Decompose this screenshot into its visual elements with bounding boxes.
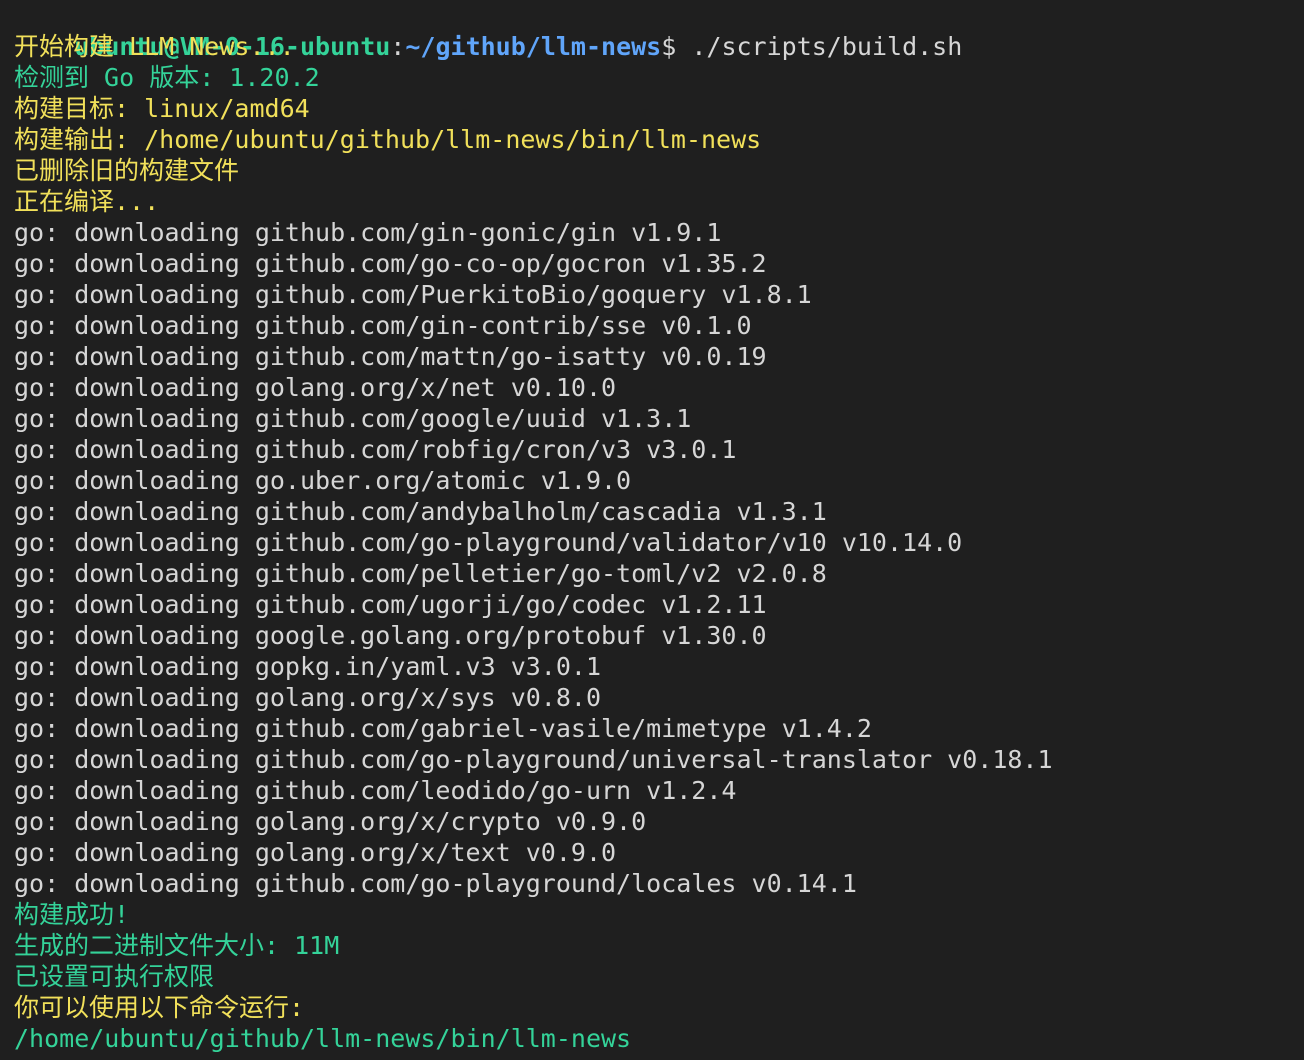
download-line: go: downloading github.com/pelletier/go-… [14, 559, 827, 588]
prompt-symbol: $ [661, 32, 677, 61]
download-line: go: downloading golang.org/x/crypto v0.9… [14, 807, 647, 836]
build-result-line: 已设置可执行权限 [14, 962, 215, 991]
build-result-line: 生成的二进制文件大小: 11M [14, 931, 340, 960]
download-line: go: downloading github.com/go-playground… [14, 528, 963, 557]
download-line: go: downloading gopkg.in/yaml.v3 v3.0.1 [14, 652, 601, 681]
prompt-path: ~/github/llm-news [405, 32, 662, 61]
download-line: go: downloading google.golang.org/protob… [14, 621, 767, 650]
download-output: go: downloading github.com/gin-gonic/gin… [14, 217, 1304, 899]
download-line: go: downloading github.com/leodido/go-ur… [14, 776, 737, 805]
download-line: go: downloading github.com/ugorji/go/cod… [14, 590, 767, 619]
download-line: go: downloading github.com/PuerkitoBio/g… [14, 280, 812, 309]
command-prompt-line: ubuntu@VM-0-16-ubuntu:~/github/llm-news$… [14, 0, 1304, 61]
build-status-line: 已删除旧的构建文件 [14, 156, 240, 185]
prompt-separator: : [390, 32, 406, 61]
download-line: go: downloading github.com/robfig/cron/v… [14, 435, 737, 464]
download-line: go: downloading golang.org/x/sys v0.8.0 [14, 683, 601, 712]
next-prompt-line-partial: ubuntu@VM-0-16-ubuntu:~/github/llm-news$ [14, 1050, 676, 1060]
download-line: go: downloading github.com/go-co-op/gocr… [14, 249, 767, 278]
build-status-line: 构建输出: /home/ubuntu/github/llm-news/bin/l… [14, 125, 762, 154]
download-line: go: downloading golang.org/x/net v0.10.0 [14, 373, 617, 402]
build-status-line: 检测到 Go 版本: 1.20.2 [14, 63, 320, 92]
download-line: go: downloading go.uber.org/atomic v1.9.… [14, 466, 632, 495]
terminal-window[interactable]: ubuntu@VM-0-16-ubuntu:~/github/llm-news$… [0, 0, 1304, 1060]
download-line: go: downloading github.com/mattn/go-isat… [14, 342, 767, 371]
download-line: go: downloading github.com/gin-contrib/s… [14, 311, 752, 340]
build-footer-output: 构建成功! 生成的二进制文件大小: 11M 已设置可执行权限 你可以使用以下命令运行:… [14, 899, 1304, 1054]
download-line: go: downloading github.com/andybalholm/c… [14, 497, 827, 526]
build-result-line: 你可以使用以下命令运行: [14, 993, 305, 1022]
download-line: go: downloading github.com/go-playground… [14, 745, 1053, 774]
download-line: go: downloading golang.org/x/text v0.9.0 [14, 838, 617, 867]
download-line: go: downloading github.com/go-playground… [14, 869, 857, 898]
build-result-line: 构建成功! [14, 900, 130, 929]
build-status-line: 正在编译... [14, 187, 160, 216]
download-line: go: downloading github.com/google/uuid v… [14, 404, 692, 433]
download-line: go: downloading github.com/gin-gonic/gin… [14, 218, 722, 247]
prompt-command: ./scripts/build.sh [676, 32, 963, 61]
build-status-line: 构建目标: linux/amd64 [14, 94, 310, 123]
download-line: go: downloading github.com/gabriel-vasil… [14, 714, 872, 743]
